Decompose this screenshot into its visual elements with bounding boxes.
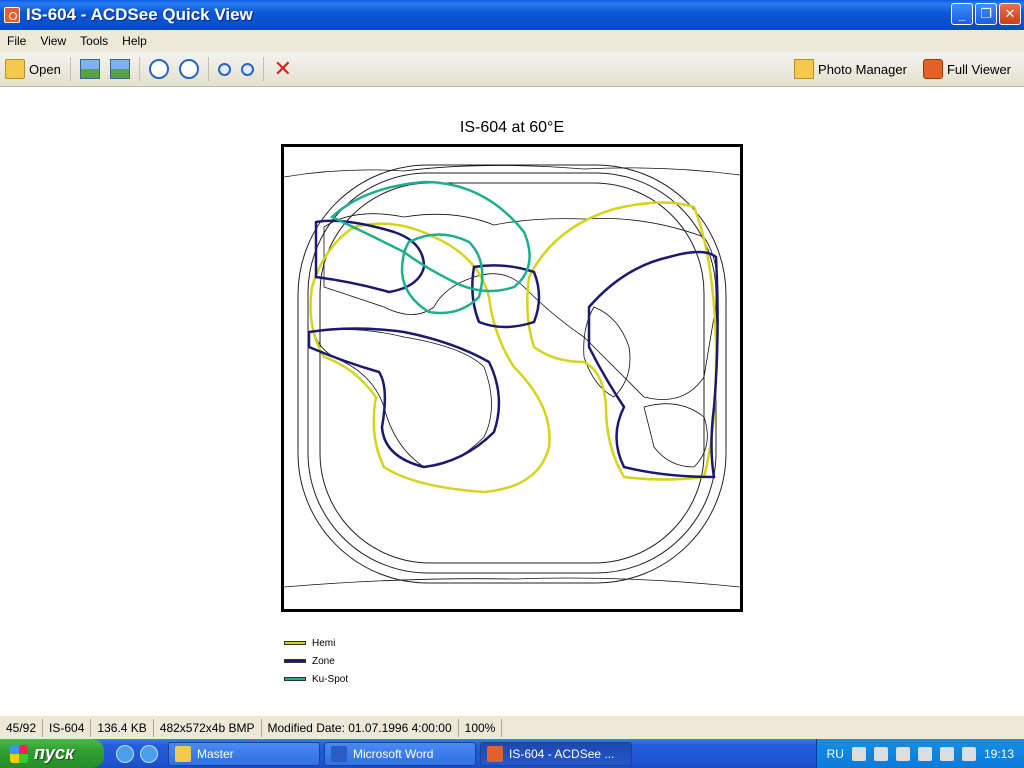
start-button[interactable]: пуск	[0, 739, 104, 768]
next-image-button[interactable]	[105, 55, 135, 83]
restore-icon: ❐	[980, 6, 992, 21]
clock[interactable]: 19:13	[984, 747, 1014, 761]
legend-label-hemi: Hemi	[312, 637, 336, 649]
hemi-beam-east	[526, 201, 718, 481]
menu-bar: File View Tools Help	[0, 30, 1024, 52]
zoom-in-button[interactable]	[213, 55, 236, 83]
coverage-map-drawing	[284, 164, 740, 588]
quick-launch-app-icon[interactable]	[140, 744, 158, 763]
close-icon: ✕	[1004, 6, 1016, 21]
menu-file[interactable]: File	[0, 34, 33, 48]
acdsee-app-icon[interactable]	[4, 7, 20, 23]
menu-help[interactable]: Help	[115, 34, 154, 48]
previous-image-icon	[79, 59, 100, 79]
image-title: IS-604 at 60°E	[459, 119, 565, 136]
restore-button[interactable]: ❐	[975, 3, 997, 25]
previous-image-button[interactable]	[75, 55, 105, 83]
status-bar: 45/92 IS-604 136.4 KB 482x572x4b BMP Mod…	[0, 715, 1024, 739]
rotate-right-icon	[178, 59, 199, 79]
start-label: пуск	[34, 743, 75, 763]
quick-launch	[116, 744, 158, 763]
internet-explorer-icon[interactable]	[116, 744, 134, 763]
legend-swatch-ku-spot	[284, 677, 306, 681]
window-title: IS-604 - ACDSee Quick View	[26, 5, 253, 24]
image-viewer[interactable]: IS-604 at 60°E Hemi Zone Ku-Spot	[0, 87, 1024, 715]
legend-label-ku-spot: Ku-Spot	[312, 673, 349, 685]
status-modified-date: Modified Date: 01.07.1996 4:00:00	[262, 718, 459, 737]
rotate-left-button[interactable]	[144, 55, 174, 83]
zoom-out-icon	[240, 62, 254, 76]
windows-flag-icon	[10, 744, 28, 763]
taskbar-item-acdsee[interactable]: IS-604 - ACDSee ...	[480, 741, 632, 766]
legend-item-hemi: Hemi	[284, 634, 348, 652]
coverage-map	[281, 144, 743, 612]
legend-item-ku-spot: Ku-Spot	[284, 670, 348, 688]
acdsee-icon	[487, 745, 503, 762]
system-tray: RU 19:13	[815, 739, 1024, 768]
toolbar-separator	[262, 57, 264, 81]
taskbar-item-master[interactable]: Master	[168, 741, 320, 766]
status-zoom: 100%	[459, 718, 503, 737]
title-bar[interactable]: IS-604 - ACDSee Quick View _ ❐ ✕	[0, 0, 1024, 30]
zoom-out-button[interactable]	[236, 55, 259, 83]
status-filename: IS-604	[43, 718, 92, 737]
hemi-beam-west	[309, 222, 551, 494]
photo-manager-icon	[794, 59, 815, 79]
legend-swatch-hemi	[284, 641, 306, 645]
toolbar-separator	[207, 57, 209, 81]
zoom-in-icon	[217, 62, 231, 76]
open-button[interactable]: Open	[0, 55, 66, 83]
rotate-right-button[interactable]	[174, 55, 204, 83]
toolbar-separator	[69, 57, 71, 81]
keyboard-icon[interactable]	[851, 746, 866, 761]
zone-beam-africa	[307, 327, 501, 469]
antivirus-icon[interactable]	[939, 746, 954, 761]
taskbar-item-label: IS-604 - ACDSee ...	[509, 746, 615, 761]
photo-manager-button[interactable]: Photo Manager	[789, 55, 912, 83]
tray-expand-icon[interactable]	[917, 746, 932, 761]
menu-tools[interactable]: Tools	[73, 34, 115, 48]
status-filesize: 136.4 KB	[91, 718, 154, 737]
open-icon	[5, 59, 25, 79]
next-image-icon	[109, 59, 130, 79]
toolbar-separator	[138, 57, 140, 81]
language-indicator[interactable]: RU	[827, 747, 844, 761]
open-label: Open	[29, 61, 61, 77]
delete-icon: ✕	[273, 56, 293, 81]
full-viewer-button[interactable]: Full Viewer	[918, 55, 1016, 83]
taskbar-item-word[interactable]: Microsoft Word	[324, 741, 476, 766]
photo-manager-label: Photo Manager	[818, 61, 907, 77]
taskbar: пуск Master Microsoft Word IS-604 - ACDS…	[0, 739, 1024, 768]
menu-view[interactable]: View	[33, 34, 73, 48]
minimize-icon: _	[958, 6, 966, 22]
word-icon	[331, 745, 347, 762]
network-icon[interactable]	[895, 746, 910, 761]
zone-beam-europe	[314, 219, 426, 294]
continent-australia-islands	[643, 403, 708, 468]
arctic-coast	[284, 165, 740, 178]
delete-button[interactable]: ✕	[268, 55, 298, 83]
full-viewer-label: Full Viewer	[946, 61, 1011, 77]
close-button[interactable]: ✕	[999, 3, 1021, 25]
ku-spot-central	[400, 233, 484, 315]
toolbar: Open ✕ Photo Manager Full Viewer	[0, 52, 1024, 87]
legend-label-zone: Zone	[312, 655, 335, 667]
help-icon[interactable]	[873, 746, 888, 761]
coverage-contour	[307, 172, 717, 574]
legend-swatch-zone	[284, 659, 306, 663]
full-viewer-icon	[922, 59, 943, 79]
taskbar-item-label: Microsoft Word	[353, 746, 434, 761]
map-legend: Hemi Zone Ku-Spot	[284, 634, 348, 688]
rotate-left-icon	[148, 59, 169, 79]
status-index: 45/92	[0, 718, 44, 737]
minimize-button[interactable]: _	[951, 3, 973, 25]
status-dimensions: 482x572x4b BMP	[154, 718, 262, 737]
volume-icon[interactable]	[961, 746, 976, 761]
folder-icon	[175, 745, 191, 762]
legend-item-zone: Zone	[284, 652, 348, 670]
taskbar-item-label: Master	[197, 746, 234, 761]
